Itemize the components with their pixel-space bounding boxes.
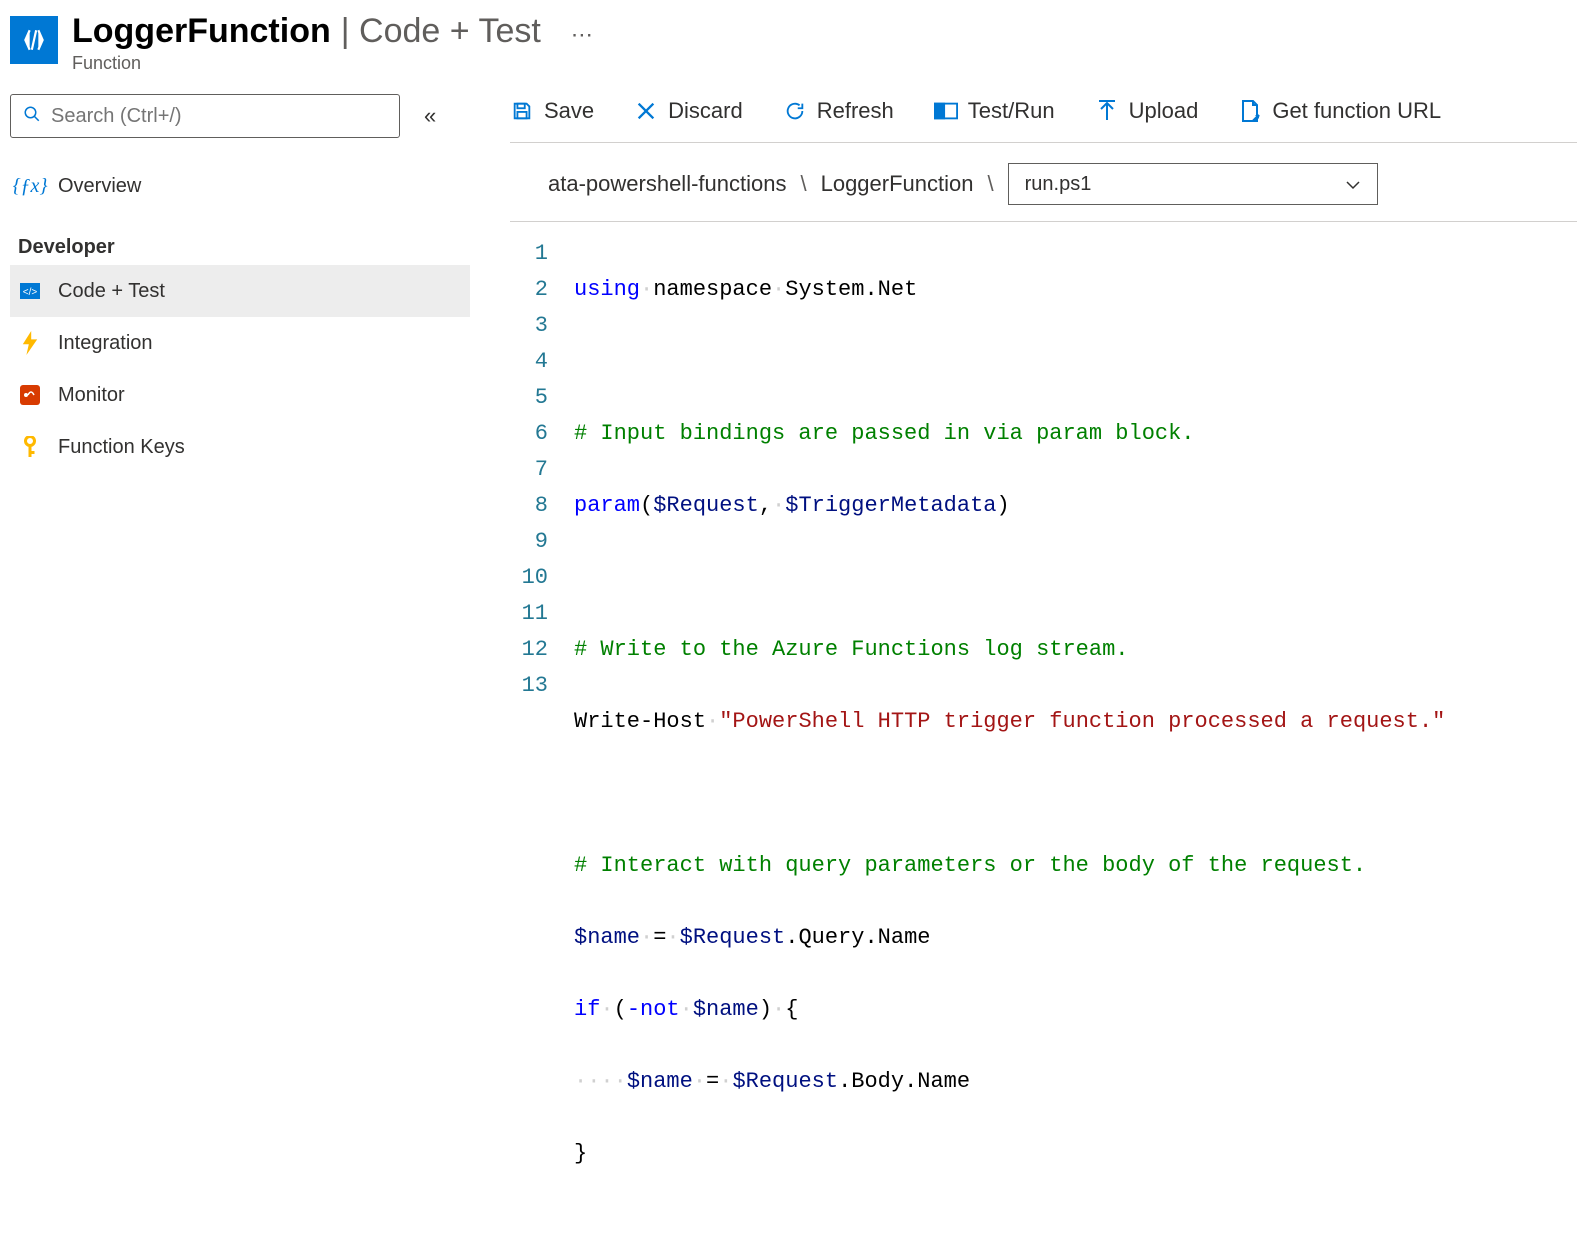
search-icon (23, 105, 41, 128)
svg-text:</>: </> (23, 287, 38, 298)
key-icon (18, 435, 42, 459)
breadcrumb-sep: \ (800, 171, 806, 197)
test-run-icon (934, 102, 958, 120)
save-icon (510, 100, 534, 122)
sidebar: « {ƒx} Overview Developer </> Code + Tes… (0, 74, 470, 1244)
sidebar-section-developer: Developer (10, 212, 470, 265)
file-select[interactable]: run.ps1 (1008, 163, 1378, 205)
sidebar-item-label: Overview (58, 175, 141, 198)
sidebar-item-label: Function Keys (58, 436, 185, 459)
function-icon (10, 16, 58, 64)
get-function-url-button[interactable]: Get function URL (1238, 98, 1441, 124)
monitor-icon (18, 383, 42, 407)
breadcrumb: ata-powershell-functions \ LoggerFunctio… (510, 143, 1577, 222)
refresh-icon (783, 100, 807, 122)
main-panel: Save Discard Refresh Test/Run Upload Get… (470, 74, 1577, 1244)
search-box[interactable] (10, 94, 400, 138)
page-header: LoggerFunction | Code + Test ⋯ Function (0, 0, 1577, 74)
collapse-sidebar-button[interactable]: « (424, 103, 436, 129)
sidebar-item-code-test[interactable]: </> Code + Test (10, 265, 470, 317)
line-gutter: 12345678910111213 (518, 236, 574, 1244)
upload-icon (1095, 100, 1119, 122)
sidebar-item-label: Code + Test (58, 280, 165, 303)
test-run-button[interactable]: Test/Run (934, 98, 1055, 124)
more-button[interactable]: ⋯ (551, 22, 613, 48)
code-content[interactable]: using·namespace·System.Net # Input bindi… (574, 236, 1445, 1244)
save-button[interactable]: Save (510, 98, 594, 124)
code-editor[interactable]: 12345678910111213 using·namespace·System… (510, 222, 1577, 1244)
sidebar-item-function-keys[interactable]: Function Keys (10, 421, 470, 473)
refresh-button[interactable]: Refresh (783, 98, 894, 124)
resource-type: Function (72, 53, 613, 74)
search-input[interactable] (51, 105, 387, 128)
breadcrumb-function[interactable]: LoggerFunction (821, 171, 974, 197)
sidebar-item-monitor[interactable]: Monitor (10, 369, 470, 421)
page-subtitle: | Code + Test (341, 12, 541, 51)
discard-button[interactable]: Discard (634, 98, 743, 124)
code-icon: </> (18, 279, 42, 303)
sidebar-item-label: Integration (58, 332, 153, 355)
fx-icon: {ƒx} (18, 174, 42, 198)
sidebar-item-label: Monitor (58, 384, 125, 407)
sidebar-item-integration[interactable]: Integration (10, 317, 470, 369)
url-icon (1238, 99, 1262, 123)
file-select-value: run.ps1 (1025, 173, 1092, 196)
chevron-down-icon (1345, 173, 1361, 196)
sidebar-item-overview[interactable]: {ƒx} Overview (10, 160, 470, 212)
lightning-icon (18, 331, 42, 355)
breadcrumb-sep: \ (987, 171, 993, 197)
toolbar: Save Discard Refresh Test/Run Upload Get… (510, 94, 1577, 143)
breadcrumb-app[interactable]: ata-powershell-functions (548, 171, 786, 197)
close-icon (634, 100, 658, 122)
upload-button[interactable]: Upload (1095, 98, 1199, 124)
page-title: LoggerFunction (72, 12, 331, 51)
